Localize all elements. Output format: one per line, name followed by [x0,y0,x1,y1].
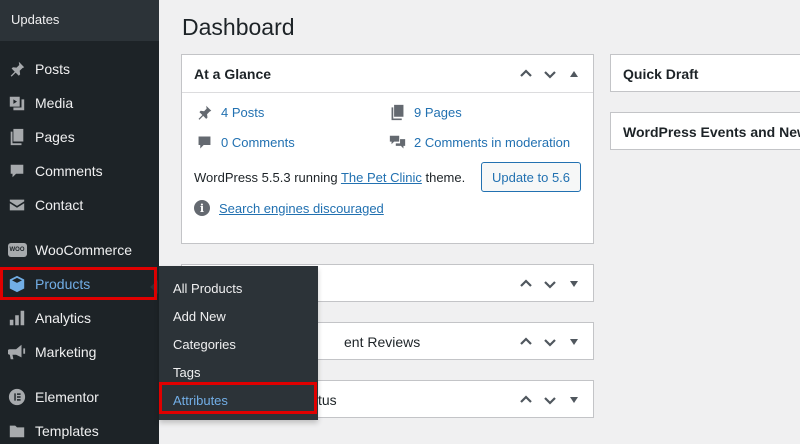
sidebar-item-media[interactable]: Media [0,86,159,120]
sidebar-item-label: Elementor [35,389,99,405]
chevron-down-icon [544,397,556,405]
submenu-all-products[interactable]: All Products [173,281,242,296]
update-wordpress-button[interactable]: Update to 5.6 [481,162,581,192]
sidebar-item-woocommerce[interactable]: WOO WooCommerce [0,233,159,267]
quick-draft-widget: Quick Draft [610,54,800,92]
sidebar-item-label: Analytics [35,310,92,326]
sidebar-item-label: Contact [35,197,84,213]
sidebar-item-label: Pages [35,129,75,145]
widget-title: Quick Draft [623,66,699,82]
envelope-icon [7,195,27,215]
info-icon: i [194,200,210,216]
widget-title: ent Reviews [344,334,421,350]
chevron-up-icon [520,395,532,403]
pages-count-link[interactable]: 9 Pages [414,105,462,120]
pushpin-icon [7,59,27,79]
sidebar-item-label: Media [35,95,74,111]
sidebar-item-templates[interactable]: Templates [0,414,159,444]
sidebar-item-label: WooCommerce [35,242,132,258]
comments-icon [7,161,27,181]
widget-controls [517,65,583,83]
moderation-count-link[interactable]: 2 Comments in moderation [414,135,570,150]
glance-moderation[interactable]: 2 Comments in moderation [389,134,570,151]
sidebar-item-posts[interactable]: Posts [0,52,159,86]
sidebar-item-label: Templates [35,423,99,439]
wordpress-version-text: WordPress 5.5.3 running The Pet Clinic t… [194,170,465,185]
move-down-button[interactable] [541,333,559,351]
folder-icon [7,421,27,441]
widget-title: tus [318,392,337,408]
products-highlight-box [0,267,157,300]
theme-link[interactable]: The Pet Clinic [341,170,422,185]
bar-chart-icon [7,308,27,328]
sidebar-item-updates[interactable]: Updates [0,0,159,41]
move-down-button[interactable] [541,65,559,83]
events-news-widget: WordPress Events and News [610,112,800,150]
widget-controls [517,391,583,409]
at-a-glance-widget: At a Glance 4 Posts 9 Pages 0 Comments 2… [181,54,594,244]
triangle-up-icon [570,71,578,77]
move-up-button[interactable] [517,391,535,409]
chevron-down-icon [544,281,556,289]
sidebar-item-contact[interactable]: Contact [0,188,159,222]
pages-icon [7,127,27,147]
triangle-down-icon [570,339,578,345]
widget-title: At a Glance [194,65,272,82]
elementor-icon [7,387,27,407]
triangle-down-icon [570,397,578,403]
chevron-up-icon [520,337,532,345]
move-down-button[interactable] [541,275,559,293]
sidebar-item-label: Marketing [35,344,97,360]
toggle-panel-button[interactable] [565,333,583,351]
megaphone-icon [7,342,27,362]
sidebar-item-elementor[interactable]: Elementor [0,380,159,414]
toggle-panel-button[interactable] [565,65,583,83]
theme-suffix-text: theme. [421,170,466,185]
woocommerce-icon: WOO [7,240,27,260]
attributes-highlight-box [159,382,317,414]
glance-pages[interactable]: 9 Pages [389,104,462,121]
move-up-button[interactable] [517,275,535,293]
widget-controls [517,275,583,293]
submenu-tags[interactable]: Tags [173,365,200,380]
sidebar-item-pages[interactable]: Pages [0,120,159,154]
move-down-button[interactable] [541,391,559,409]
comments-moderation-icon [389,135,406,149]
version-text: WordPress 5.5.3 running [194,170,341,185]
triangle-down-icon [570,281,578,287]
pages-icon [391,104,404,121]
sidebar-item-marketing[interactable]: Marketing [0,335,159,369]
search-engines-notice: i Search engines discouraged [194,200,384,216]
admin-sidebar: Updates Posts Media Pages Comments Conta… [0,0,159,444]
widget-header: WordPress Events and News [611,113,800,151]
sidebar-item-analytics[interactable]: Analytics [0,301,159,335]
toggle-panel-button[interactable] [565,275,583,293]
glance-posts[interactable]: 4 Posts [196,104,264,121]
comment-icon [198,136,211,149]
move-up-button[interactable] [517,333,535,351]
posts-count-link[interactable]: 4 Posts [221,105,264,120]
chevron-up-icon [520,69,532,77]
glance-comments[interactable]: 0 Comments [196,134,295,151]
chevron-up-icon [520,279,532,287]
move-up-button[interactable] [517,65,535,83]
chevron-down-icon [544,339,556,347]
comments-count-link[interactable]: 0 Comments [221,135,295,150]
widget-controls [517,333,583,351]
submenu-categories[interactable]: Categories [173,337,236,352]
widget-title: WordPress Events and News [623,124,800,140]
sidebar-item-comments[interactable]: Comments [0,154,159,188]
chevron-down-icon [544,71,556,79]
toggle-panel-button[interactable] [565,391,583,409]
media-icon [7,93,27,113]
sidebar-item-label: Posts [35,61,71,77]
woo-badge: WOO [7,243,27,257]
sidebar-item-label: Comments [35,163,103,179]
page-title: Dashboard [182,14,295,40]
search-engines-link[interactable]: Search engines discouraged [219,201,384,216]
submenu-add-new[interactable]: Add New [173,309,226,324]
widget-header: Quick Draft [611,55,800,93]
pushpin-icon [198,105,212,120]
